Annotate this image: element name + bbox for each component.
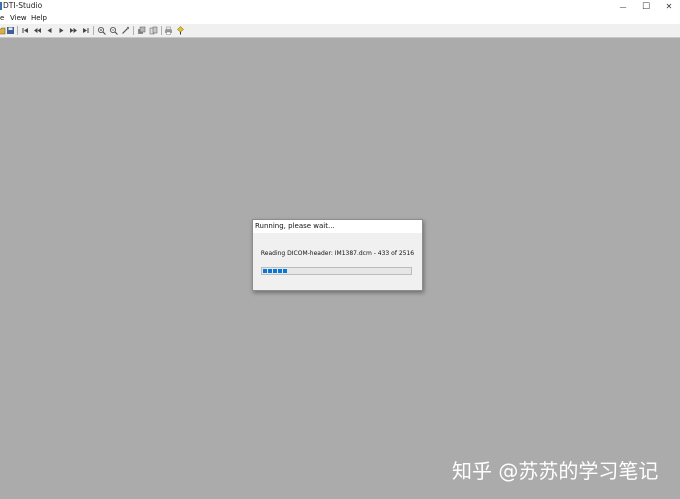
step-forward-button[interactable] [68,25,79,36]
close-icon: ✕ [665,2,673,11]
progress-fill [263,269,288,273]
window-title: DTI-Studio [3,1,43,10]
step-back-icon [47,28,52,33]
status-text: Reading DICOM-header: IM1387.dcm - 433 o… [260,250,415,257]
title-bar: DTI-Studio — ☐ ✕ [0,0,680,13]
step-forward-icon [70,28,77,33]
copy-button[interactable] [148,25,159,36]
progress-dialog: Running, please wait... Reading DICOM-he… [252,219,423,291]
dialog-title: Running, please wait... [255,222,335,230]
help-button[interactable] [175,25,186,36]
app-icon [0,2,2,10]
save-button[interactable] [5,25,16,36]
rewind-button[interactable] [32,25,43,36]
toolbar-separator [161,26,162,35]
layers-button[interactable] [136,25,147,36]
first-frame-button[interactable] [20,25,31,36]
toolbar [0,24,680,38]
layers-icon [138,26,146,34]
rewind-icon [34,28,41,33]
zoom-out-button[interactable] [108,25,119,36]
play-button[interactable] [56,25,67,36]
step-back-button[interactable] [44,25,55,36]
save-icon [7,27,14,34]
toolbar-separator [93,26,94,35]
play-icon [59,28,64,33]
first-frame-icon [22,28,28,33]
tool-icon [122,26,130,34]
toolbar-separator [133,26,134,35]
menu-file[interactable]: e [0,14,4,22]
last-frame-icon [83,28,89,33]
help-icon [177,26,184,35]
dialog-title-bar: Running, please wait... [253,220,422,233]
last-frame-button[interactable] [80,25,91,36]
progress-bar [261,267,412,275]
toolbar-separator [17,26,18,35]
tool-button[interactable] [120,25,131,36]
close-button[interactable]: ✕ [654,0,680,13]
zoom-in-button[interactable] [96,25,107,36]
minimize-icon: — [619,2,627,11]
print-button[interactable] [163,25,174,36]
zoom-out-icon [110,27,118,35]
copy-icon [149,26,158,35]
menu-help[interactable]: Help [31,14,47,22]
maximize-icon: ☐ [641,1,651,12]
menu-bar: e View Help [0,13,680,24]
menu-view[interactable]: View [10,14,27,22]
zoom-in-icon [98,27,106,35]
print-icon [165,26,172,35]
watermark-text: 知乎 @苏苏的学习笔记 [452,459,659,483]
